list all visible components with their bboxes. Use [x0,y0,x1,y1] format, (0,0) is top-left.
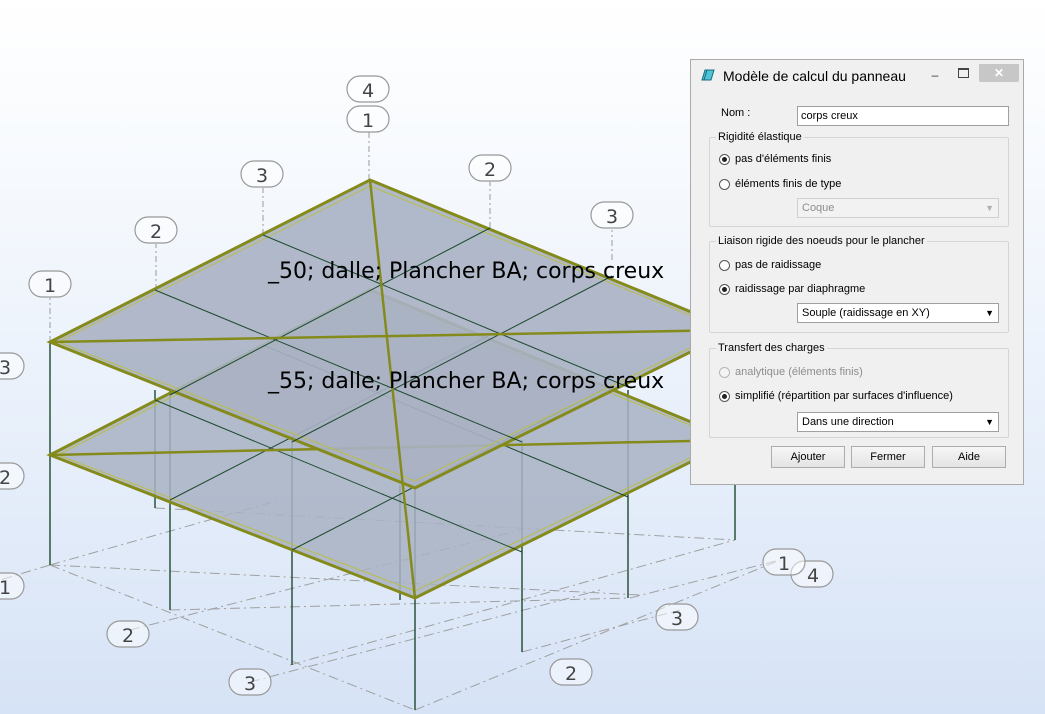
axis-label: 2 [0,467,11,489]
transfert-group-title: Transfert des charges [716,342,827,354]
close-dialog-button[interactable]: Fermer [851,446,925,468]
select-value: Souple (raidissage en XY) [802,307,930,319]
axis-label: 3 [671,608,683,630]
maximize-button[interactable] [953,64,973,82]
radio-label: éléments finis de type [735,178,842,190]
axis-label: 1 [44,275,56,297]
axis-label: 2 [565,663,577,685]
axis-label: 2 [150,221,162,243]
add-button[interactable]: Ajouter [771,446,845,468]
axis-label: 4 [807,565,819,587]
nom-input[interactable] [797,106,1009,126]
help-button[interactable]: Aide [932,446,1006,468]
radio-label: pas de raidissage [735,259,822,271]
radio-no-stiffening[interactable]: pas de raidissage [719,257,821,273]
maximize-icon [957,68,969,78]
select-value: Coque [802,202,835,214]
axis-label: 1 [0,577,11,599]
radio-fe-type[interactable]: éléments finis de type [719,176,841,192]
dialog-title: Modèle de calcul du panneau [723,68,906,84]
select-value: Dans une direction [802,416,894,428]
panel-eraser-icon [701,69,715,81]
radio-no-fe[interactable]: pas d'éléments finis [719,151,831,167]
minimize-button[interactable]: – [925,66,945,84]
diaphragm-select[interactable]: Souple (raidissage en XY) ▼ [797,303,999,323]
axis-label: 3 [244,673,256,695]
fe-type-select: Coque ▼ [797,198,999,218]
radio-indicator [719,366,730,378]
close-button[interactable]: ✕ [979,64,1019,82]
axis-label: 3 [256,165,268,187]
radio-simplified[interactable]: simplifié (répartition par surfaces d'in… [719,388,953,404]
liaison-group-title: Liaison rigide des noeuds pour le planch… [716,235,927,247]
chevron-down-icon: ▼ [985,203,994,213]
axis-label: 2 [122,625,134,647]
radio-label: simplifié (répartition par surfaces d'in… [735,390,953,402]
radio-indicator[interactable] [719,283,730,295]
rigidite-group-title: Rigidité élastique [716,131,804,143]
axis-label: 1 [778,553,790,575]
radio-label: raidissage par diaphragme [735,283,866,295]
radio-indicator[interactable] [719,390,730,402]
axis-label: 2 [484,159,496,181]
radio-diaphragm[interactable]: raidissage par diaphragme [719,281,865,297]
direction-select[interactable]: Dans une direction ▼ [797,412,999,432]
slab-label-lower: _55; dalle; Plancher BA; corps creux [267,369,664,394]
panel-calc-model-dialog: Modèle de calcul du panneau – ✕ Nom : Ri… [690,59,1024,485]
dialog-titlebar[interactable]: Modèle de calcul du panneau – ✕ [691,60,1023,90]
chevron-down-icon: ▼ [985,417,994,427]
nom-label: Nom : [721,107,751,119]
axis-label: 3 [0,357,11,379]
axis-label: 1 [362,110,374,132]
radio-indicator[interactable] [719,153,730,165]
radio-analytic: analytique (éléments finis) [719,364,863,380]
radio-indicator[interactable] [719,259,730,271]
axis-label: 4 [362,80,374,102]
radio-indicator[interactable] [719,178,730,190]
radio-label: analytique (éléments finis) [735,366,863,378]
chevron-down-icon: ▼ [985,308,994,318]
slab-label-upper: _50; dalle; Plancher BA; corps creux [267,259,664,284]
axis-label: 3 [606,206,618,228]
radio-label: pas d'éléments finis [735,153,832,165]
